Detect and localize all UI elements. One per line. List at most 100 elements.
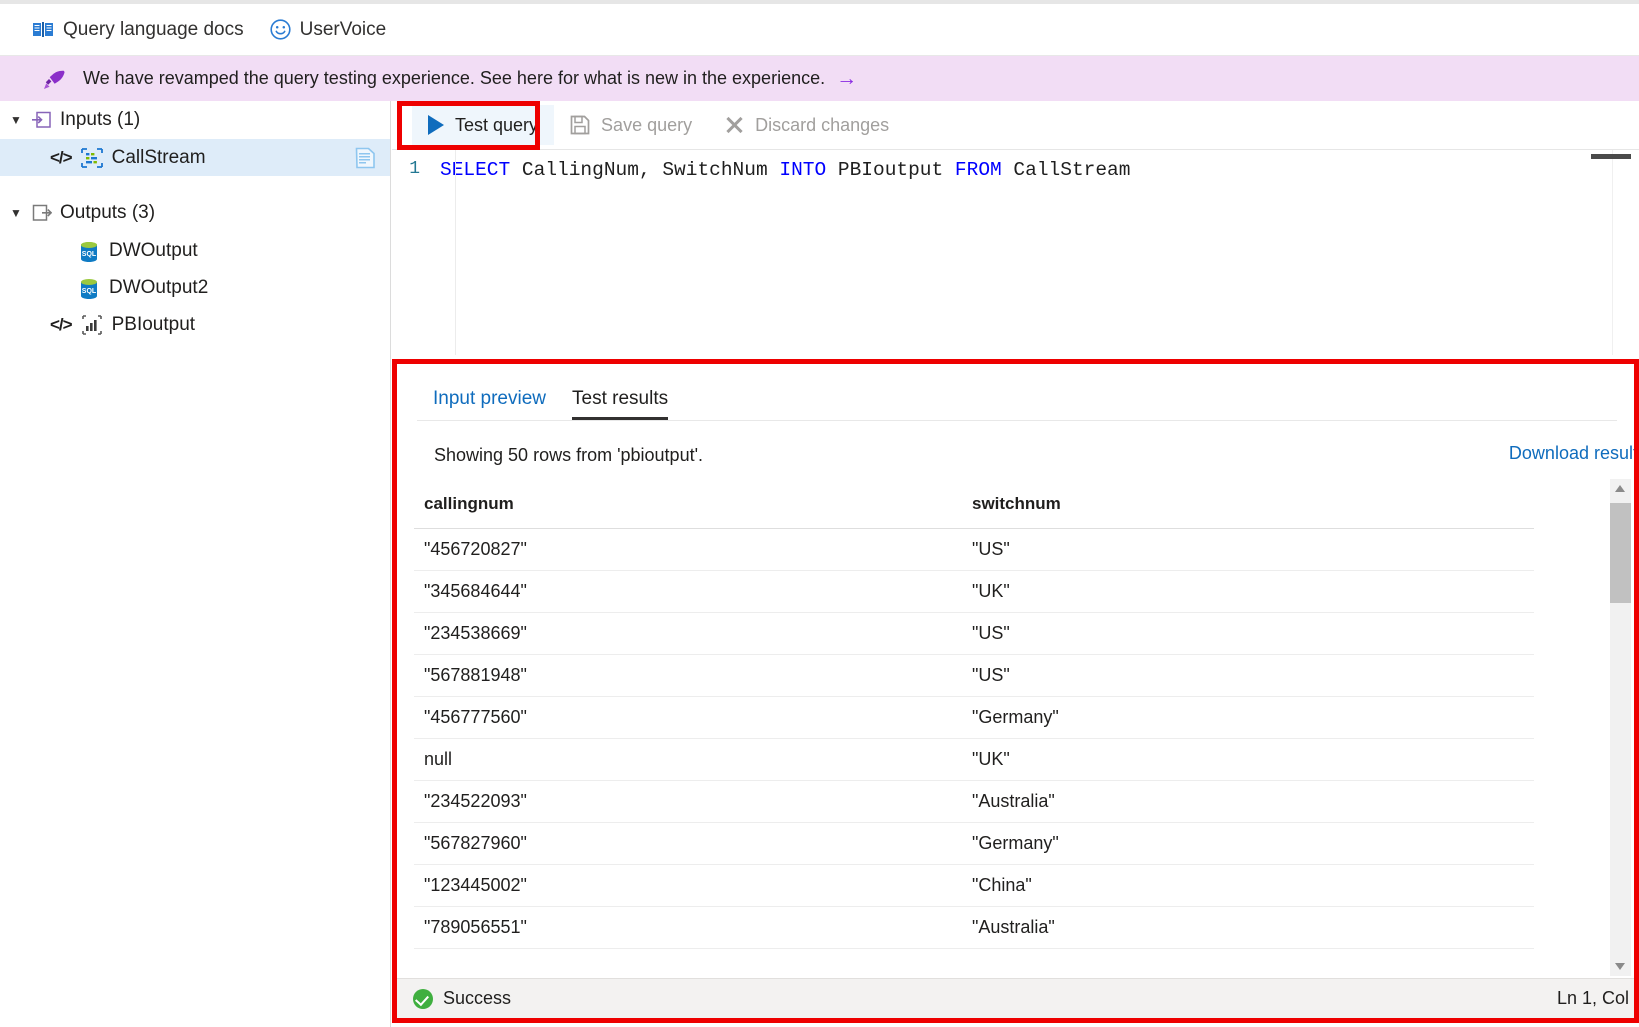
sql-identifier: PBIoutput xyxy=(826,159,955,181)
sql-identifier: CallingNum, SwitchNum xyxy=(510,159,779,181)
results-info-bar: Showing 50 rows from 'pbioutput'. Downlo… xyxy=(417,434,1634,476)
code-line-1: 1 SELECT CallingNum, SwitchNum INTO PBIo… xyxy=(392,150,1639,181)
banner-arrow-icon[interactable]: → xyxy=(836,68,857,89)
table-row[interactable]: "234538669""US" xyxy=(414,613,1534,655)
sql-database-icon: SQL xyxy=(78,241,100,261)
discard-changes-label: Discard changes xyxy=(755,115,889,136)
table-row[interactable]: "567881948""US" xyxy=(414,655,1534,697)
query-language-docs-link[interactable]: Query language docs xyxy=(32,19,244,41)
tab-test-results-label: Test results xyxy=(572,388,668,409)
status-indicator: Success xyxy=(413,988,511,1009)
test-query-label: Test query xyxy=(455,115,538,136)
banner-message: We have revamped the query testing exper… xyxy=(83,68,825,89)
play-icon xyxy=(428,115,444,135)
stream-input-icon xyxy=(81,148,103,168)
table-cell: "Australia" xyxy=(972,791,1512,812)
sidebar-item-dwoutput[interactable]: SQL DWOutput xyxy=(0,232,390,269)
table-cell: "US" xyxy=(972,539,1512,560)
scroll-up-arrow-icon[interactable] xyxy=(1615,485,1625,492)
table-row[interactable]: "567827960""Germany" xyxy=(414,823,1534,865)
sidebar-item-callstream[interactable]: </> CallStream xyxy=(0,139,390,176)
table-cell: "Germany" xyxy=(972,707,1512,728)
table-row[interactable]: "456777560""Germany" xyxy=(414,697,1534,739)
cursor-position-label: Ln 1, Col 1 xyxy=(1557,988,1634,1009)
sidebar-group-inputs[interactable]: ▼ Inputs (1) xyxy=(0,101,390,139)
table-row[interactable]: "234522093""Australia" xyxy=(414,781,1534,823)
table-cell: "UK" xyxy=(972,749,1512,770)
sql-keyword: INTO xyxy=(779,159,826,181)
results-pane: Input preview Test results Showing 50 ro… xyxy=(397,364,1634,1018)
sidebar-group-inputs-label: Inputs (1) xyxy=(60,109,140,131)
sql-keyword: SELECT xyxy=(440,159,510,181)
table-cell: "123445002" xyxy=(414,875,972,896)
table-cell: "Australia" xyxy=(972,917,1512,938)
sql-statement: SELECT CallingNum, SwitchNum INTO PBIout… xyxy=(440,159,1130,181)
sidebar-item-pbioutput[interactable]: </> PBIoutput xyxy=(0,306,390,343)
book-icon xyxy=(32,21,54,38)
sidebar-group-outputs[interactable]: ▼ Outputs (3) xyxy=(0,194,390,232)
chevron-down-icon[interactable]: ▼ xyxy=(8,207,24,219)
test-query-button[interactable]: Test query xyxy=(412,105,554,145)
showing-rows-text: Showing 50 rows from 'pbioutput'. xyxy=(434,445,703,466)
save-query-label: Save query xyxy=(601,115,692,136)
topology-sidebar: ▼ Inputs (1) </> xyxy=(0,101,391,1027)
sidebar-item-pbioutput-label: PBIoutput xyxy=(112,314,195,336)
table-row[interactable]: "345684644""UK" xyxy=(414,571,1534,613)
column-header-switchnum[interactable]: switchnum xyxy=(972,494,1512,514)
line-number: 1 xyxy=(392,159,440,179)
sidebar-item-dwoutput-label: DWOutput xyxy=(109,240,198,262)
preview-document-icon[interactable] xyxy=(355,147,376,169)
table-row[interactable]: "123445002""China" xyxy=(414,865,1534,907)
uservoice-link[interactable]: UserVoice xyxy=(270,19,387,41)
sql-keyword: FROM xyxy=(955,159,1002,181)
table-cell: "234522093" xyxy=(414,791,972,812)
svg-text:SQL: SQL xyxy=(82,288,97,295)
table-cell: "US" xyxy=(972,623,1512,644)
status-bar: Success Ln 1, Col 1 xyxy=(397,978,1634,1018)
sidebar-item-callstream-label: CallStream xyxy=(112,147,206,169)
input-arrow-icon xyxy=(32,111,52,129)
tab-test-results[interactable]: Test results xyxy=(572,388,668,420)
column-header-callingnum[interactable]: callingnum xyxy=(414,494,972,514)
table-cell: "UK" xyxy=(972,581,1512,602)
tabs-divider xyxy=(417,420,1617,421)
tab-input-preview[interactable]: Input preview xyxy=(433,388,546,420)
table-row[interactable]: null"UK" xyxy=(414,739,1534,781)
top-header-bar: Query language docs UserVoice xyxy=(0,4,1639,56)
table-cell: "456720827" xyxy=(414,539,972,560)
svg-text:SQL: SQL xyxy=(82,251,97,258)
table-row[interactable]: "789056551""Australia" xyxy=(414,907,1534,949)
save-disk-icon xyxy=(570,115,590,135)
table-cell: "234538669" xyxy=(414,623,972,644)
sidebar-spacer xyxy=(0,176,390,194)
gutter-divider xyxy=(455,150,456,355)
sidebar-group-outputs-label: Outputs (3) xyxy=(60,202,155,224)
table-cell: "345684644" xyxy=(414,581,972,602)
success-check-icon xyxy=(413,989,433,1009)
table-row[interactable]: "456720827""US" xyxy=(414,529,1534,571)
rocket-icon xyxy=(42,67,66,91)
sidebar-item-dwoutput2[interactable]: SQL DWOutput2 xyxy=(0,269,390,306)
tab-input-preview-label: Input preview xyxy=(433,388,546,409)
sql-code-area[interactable]: 1 SELECT CallingNum, SwitchNum INTO PBIo… xyxy=(392,150,1639,355)
table-header-row: callingnumswitchnum xyxy=(414,479,1534,529)
results-table: callingnumswitchnum"456720827""US""34568… xyxy=(414,479,1534,949)
table-cell: "China" xyxy=(972,875,1512,896)
power-bi-icon xyxy=(81,315,103,335)
table-cell: "567827960" xyxy=(414,833,972,854)
save-query-button[interactable]: Save query xyxy=(554,105,708,145)
results-vertical-scrollbar[interactable] xyxy=(1610,479,1631,976)
smiley-icon xyxy=(270,19,291,40)
table-cell: "US" xyxy=(972,665,1512,686)
chevron-down-icon[interactable]: ▼ xyxy=(8,114,24,126)
scrollbar-thumb[interactable] xyxy=(1610,503,1631,603)
scroll-down-arrow-icon[interactable] xyxy=(1615,963,1625,970)
discard-changes-button[interactable]: Discard changes xyxy=(708,105,905,145)
table-cell: "Germany" xyxy=(972,833,1512,854)
query-editor-pane: Test query Save query Discard changes xyxy=(392,101,1639,355)
results-grid: callingnumswitchnum"456720827""US""34568… xyxy=(414,479,1634,976)
editor-scrollbar[interactable] xyxy=(1591,154,1631,159)
download-results-link[interactable]: Download results xyxy=(1509,443,1634,464)
output-arrow-icon xyxy=(32,204,52,222)
query-language-docs-label: Query language docs xyxy=(63,19,244,41)
